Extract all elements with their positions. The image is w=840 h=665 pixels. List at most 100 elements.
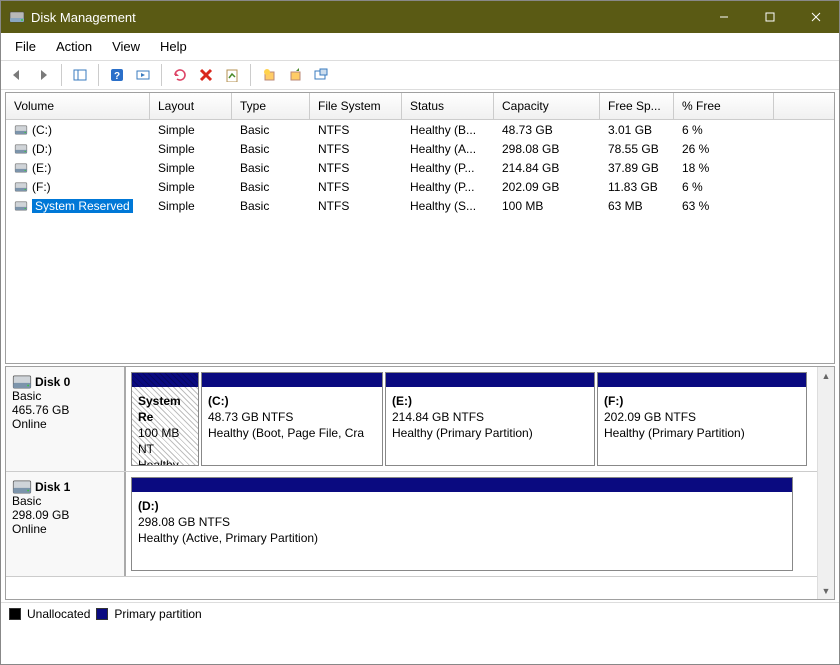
cell-status: Healthy (B...	[402, 123, 494, 137]
cell-name: (F:)	[6, 180, 150, 194]
cell-name: (C:)	[6, 123, 150, 137]
partition-row: (D:)298.08 GB NTFSHealthy (Active, Prima…	[126, 472, 834, 576]
cell-capacity: 48.73 GB	[494, 123, 600, 137]
volume-icon	[14, 200, 28, 210]
cell-type: Basic	[232, 161, 310, 175]
properties-icon[interactable]	[220, 63, 244, 87]
disk-icon	[12, 480, 32, 494]
disk-icon	[12, 375, 32, 389]
volume-row[interactable]: (D:)SimpleBasicNTFSHealthy (A...298.08 G…	[6, 139, 834, 158]
cell-status: Healthy (P...	[402, 180, 494, 194]
refresh-icon[interactable]	[168, 63, 192, 87]
menubar: File Action View Help	[1, 33, 839, 60]
cell-status: Healthy (S...	[402, 199, 494, 213]
svg-text:?: ?	[114, 71, 120, 82]
menu-view[interactable]: View	[102, 35, 150, 58]
col-pctfree[interactable]: % Free	[674, 93, 774, 119]
partition[interactable]: (F:)202.09 GB NTFSHealthy (Primary Parti…	[597, 372, 807, 466]
cell-free: 37.89 GB	[600, 161, 674, 175]
cell-fs: NTFS	[310, 161, 402, 175]
cell-type: Basic	[232, 180, 310, 194]
disk-info[interactable]: Disk 1Basic298.09 GBOnline	[6, 472, 126, 576]
cell-type: Basic	[232, 199, 310, 213]
new-volume-icon[interactable]	[257, 63, 281, 87]
cell-layout: Simple	[150, 161, 232, 175]
cell-status: Healthy (A...	[402, 142, 494, 156]
cell-layout: Simple	[150, 180, 232, 194]
partition[interactable]: (C:)48.73 GB NTFSHealthy (Boot, Page Fil…	[201, 372, 383, 466]
partition-row: System Re100 MB NTHealthy (S(C:)48.73 GB…	[126, 367, 834, 471]
volume-row[interactable]: (C:)SimpleBasicNTFSHealthy (B...48.73 GB…	[6, 120, 834, 139]
menu-help[interactable]: Help	[150, 35, 197, 58]
attach-vhd-icon[interactable]	[283, 63, 307, 87]
cell-pct: 6 %	[674, 123, 774, 137]
cell-status: Healthy (P...	[402, 161, 494, 175]
volume-row[interactable]: (E:)SimpleBasicNTFSHealthy (P...214.84 G…	[6, 158, 834, 177]
cell-layout: Simple	[150, 142, 232, 156]
run-icon[interactable]	[131, 63, 155, 87]
legend: Unallocated Primary partition	[1, 602, 839, 625]
cell-capacity: 298.08 GB	[494, 142, 600, 156]
cell-name: (E:)	[6, 161, 150, 175]
cell-pct: 26 %	[674, 142, 774, 156]
col-layout[interactable]: Layout	[150, 93, 232, 119]
delete-icon[interactable]	[194, 63, 218, 87]
forward-icon[interactable]	[31, 63, 55, 87]
cell-type: Basic	[232, 123, 310, 137]
col-type[interactable]: Type	[232, 93, 310, 119]
cell-capacity: 214.84 GB	[494, 161, 600, 175]
disk-info[interactable]: Disk 0Basic465.76 GBOnline	[6, 367, 126, 471]
minimize-button[interactable]	[701, 1, 747, 33]
partition[interactable]: (D:)298.08 GB NTFSHealthy (Active, Prima…	[131, 477, 793, 571]
cell-type: Basic	[232, 142, 310, 156]
col-status[interactable]: Status	[402, 93, 494, 119]
cell-fs: NTFS	[310, 142, 402, 156]
cell-fs: NTFS	[310, 199, 402, 213]
scroll-up-icon[interactable]: ▲	[818, 367, 834, 384]
col-filesystem[interactable]: File System	[310, 93, 402, 119]
cell-capacity: 100 MB	[494, 199, 600, 213]
back-icon[interactable]	[5, 63, 29, 87]
volume-row[interactable]: (F:)SimpleBasicNTFSHealthy (P...202.09 G…	[6, 177, 834, 196]
volume-icon	[14, 124, 28, 134]
volume-icon	[14, 162, 28, 172]
partition[interactable]: (E:)214.84 GB NTFSHealthy (Primary Parti…	[385, 372, 595, 466]
show-hide-icon[interactable]	[68, 63, 92, 87]
cell-layout: Simple	[150, 123, 232, 137]
cell-name: System Reserved	[6, 199, 150, 213]
cell-pct: 63 %	[674, 199, 774, 213]
cell-pct: 6 %	[674, 180, 774, 194]
cell-fs: NTFS	[310, 180, 402, 194]
window-title: Disk Management	[31, 10, 701, 25]
maximize-button[interactable]	[747, 1, 793, 33]
cell-free: 78.55 GB	[600, 142, 674, 156]
volume-list[interactable]: Volume Layout Type File System Status Ca…	[5, 92, 835, 364]
scroll-down-icon[interactable]: ▼	[818, 582, 834, 599]
volume-icon	[14, 181, 28, 191]
toolbar: ?	[1, 60, 839, 90]
cell-capacity: 202.09 GB	[494, 180, 600, 194]
scrollbar-vertical[interactable]: ▲ ▼	[817, 367, 834, 599]
cell-free: 11.83 GB	[600, 180, 674, 194]
partition[interactable]: System Re100 MB NTHealthy (S	[131, 372, 199, 466]
close-button[interactable]	[793, 1, 839, 33]
menu-file[interactable]: File	[5, 35, 46, 58]
disk-row: Disk 0Basic465.76 GBOnlineSystem Re100 M…	[6, 367, 834, 472]
disk-map[interactable]: Disk 0Basic465.76 GBOnlineSystem Re100 M…	[5, 366, 835, 600]
volume-icon	[14, 143, 28, 153]
help-icon[interactable]: ?	[105, 63, 129, 87]
cell-free: 63 MB	[600, 199, 674, 213]
legend-primary: Primary partition	[114, 607, 201, 621]
menu-action[interactable]: Action	[46, 35, 102, 58]
col-capacity[interactable]: Capacity	[494, 93, 600, 119]
cell-fs: NTFS	[310, 123, 402, 137]
col-volume[interactable]: Volume	[6, 93, 150, 119]
cell-layout: Simple	[150, 199, 232, 213]
titlebar: Disk Management	[1, 1, 839, 33]
volume-list-header: Volume Layout Type File System Status Ca…	[6, 93, 834, 120]
cell-free: 3.01 GB	[600, 123, 674, 137]
volume-row[interactable]: System ReservedSimpleBasicNTFSHealthy (S…	[6, 196, 834, 215]
col-freespace[interactable]: Free Sp...	[600, 93, 674, 119]
swatch-unallocated	[9, 608, 21, 620]
settings-icon[interactable]	[309, 63, 333, 87]
